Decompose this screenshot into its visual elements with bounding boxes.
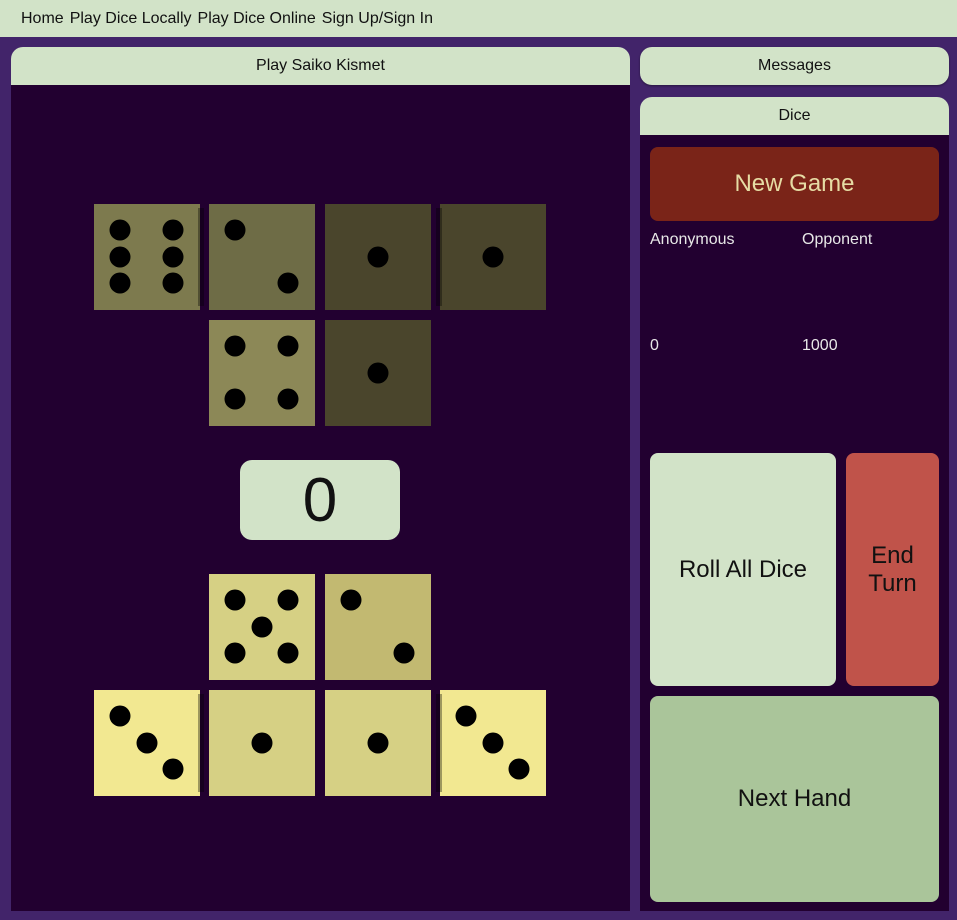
pip xyxy=(508,758,530,780)
pip xyxy=(277,589,299,611)
nav-home-link[interactable]: Home xyxy=(21,10,64,28)
player-die-2[interactable] xyxy=(325,574,431,680)
pip xyxy=(109,246,131,268)
nav-play-locally-link[interactable]: Play Dice Locally xyxy=(70,10,192,28)
end-turn-button[interactable]: End Turn xyxy=(846,453,939,686)
pip xyxy=(367,732,389,754)
opponent-score: 1000 xyxy=(802,337,838,354)
pip xyxy=(136,732,158,754)
pip xyxy=(162,272,184,294)
nav-play-online-link[interactable]: Play Dice Online xyxy=(198,10,316,28)
player-die-3[interactable] xyxy=(94,690,204,796)
opponent-name: Opponent xyxy=(802,231,873,248)
pip xyxy=(224,219,246,241)
opponent-die-2[interactable] xyxy=(209,204,315,310)
pip xyxy=(109,272,131,294)
pip xyxy=(340,589,362,611)
pip xyxy=(277,642,299,664)
pip xyxy=(109,219,131,241)
opponent-die-5[interactable] xyxy=(209,320,315,426)
opponent-die-3[interactable] xyxy=(325,204,431,310)
opponent-die-6[interactable] xyxy=(325,320,431,426)
pip xyxy=(224,335,246,357)
pip xyxy=(367,362,389,384)
pip xyxy=(393,642,415,664)
die-side-edge xyxy=(198,208,204,306)
player-score: 0 xyxy=(650,337,659,354)
dice-panel-title: Dice xyxy=(640,97,949,135)
pip xyxy=(224,388,246,410)
game-title: Play Saiko Kismet xyxy=(11,47,630,85)
pip xyxy=(277,335,299,357)
pip xyxy=(482,246,504,268)
messages-header[interactable]: Messages xyxy=(640,47,949,85)
top-nav: Home Play Dice Locally Play Dice Online … xyxy=(0,0,957,37)
pip xyxy=(109,705,131,727)
roll-all-dice-button[interactable]: Roll All Dice xyxy=(650,453,836,686)
die-side-edge xyxy=(436,208,442,306)
pip xyxy=(367,246,389,268)
die-side-edge xyxy=(436,694,442,792)
opponent-die-1[interactable] xyxy=(94,204,204,310)
player-die-6[interactable] xyxy=(436,690,546,796)
player-name: Anonymous xyxy=(650,231,735,248)
player-die-1[interactable] xyxy=(209,574,315,680)
pip xyxy=(277,388,299,410)
player-die-5[interactable] xyxy=(325,690,431,796)
pip xyxy=(162,219,184,241)
pip xyxy=(455,705,477,727)
new-game-button[interactable]: New Game xyxy=(650,147,939,221)
pip xyxy=(277,272,299,294)
pip xyxy=(162,246,184,268)
player-die-4[interactable] xyxy=(209,690,315,796)
pip xyxy=(482,732,504,754)
die-side-edge xyxy=(198,694,204,792)
pip xyxy=(224,589,246,611)
pip xyxy=(162,758,184,780)
hand-score: 0 xyxy=(240,460,400,540)
opponent-die-4[interactable] xyxy=(436,204,546,310)
pip xyxy=(224,642,246,664)
nav-signin-link[interactable]: Sign Up/Sign In xyxy=(322,10,433,28)
pip xyxy=(251,732,273,754)
pip xyxy=(251,616,273,638)
next-hand-button[interactable]: Next Hand xyxy=(650,696,939,902)
